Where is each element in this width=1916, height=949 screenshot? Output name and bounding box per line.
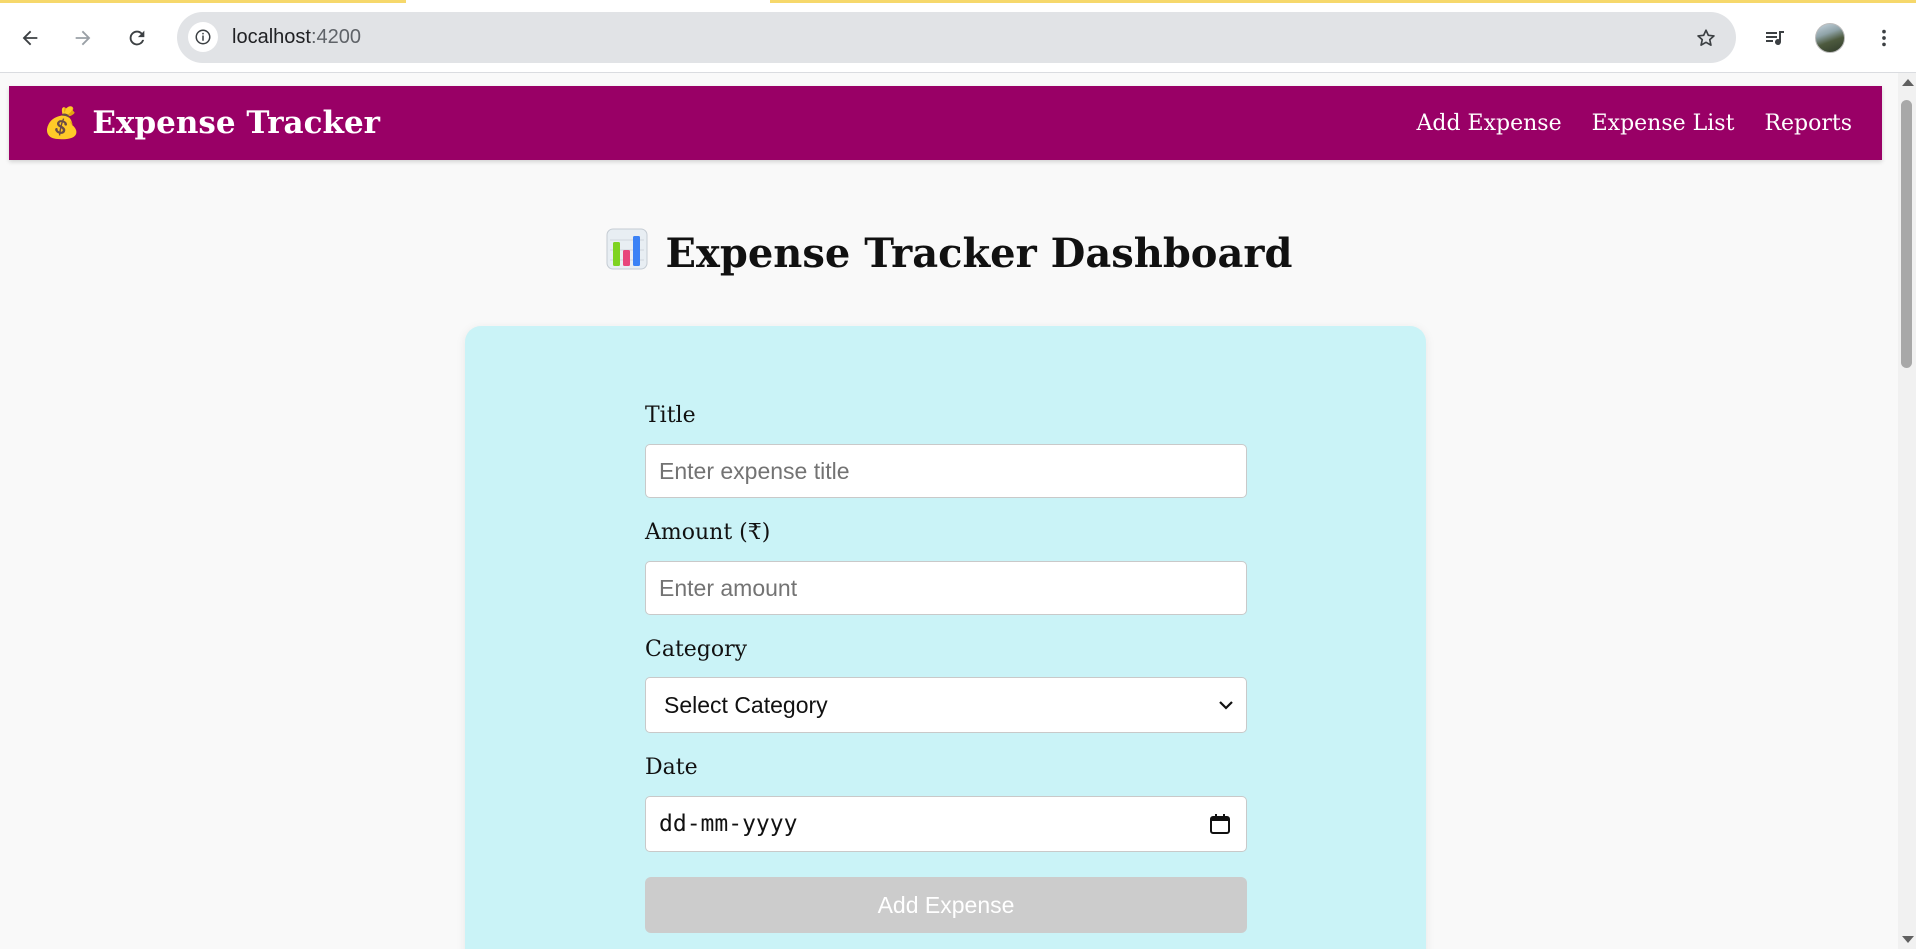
media-control-button[interactable] [1758, 21, 1792, 55]
title-input[interactable]: Enter expense title [645, 444, 1247, 498]
calendar-icon[interactable] [1208, 812, 1232, 836]
scrollbar-thumb[interactable] [1901, 100, 1912, 368]
reload-button[interactable] [120, 21, 154, 55]
scroll-up-arrow-icon[interactable] [1902, 79, 1914, 86]
date-input[interactable]: dd-mm-yyyy [645, 796, 1247, 852]
bookmark-button[interactable] [1691, 23, 1721, 53]
date-label: Date [645, 755, 698, 780]
expense-form-card [465, 326, 1426, 949]
arrow-left-icon [22, 30, 38, 46]
category-select[interactable]: Select Category [645, 677, 1247, 733]
three-dot-menu-icon [1882, 29, 1886, 47]
chevron-down-icon [1219, 701, 1233, 710]
tab-accent [0, 0, 406, 3]
app-navbar: 💰 Expense Tracker Add Expense Expense Li… [9, 86, 1882, 160]
brand-title: Expense Tracker [92, 105, 381, 141]
info-icon [195, 29, 211, 45]
back-button[interactable] [13, 21, 47, 55]
url-port: :4200 [310, 26, 361, 48]
tab-accent [770, 0, 1916, 3]
amount-placeholder: Enter amount [659, 575, 798, 601]
nav-link-expense-list[interactable]: Expense List [1592, 111, 1735, 136]
url-text[interactable]: localhost:4200 [232, 12, 361, 63]
media-control-icon [1766, 31, 1784, 46]
reload-icon [129, 30, 145, 46]
star-icon [1697, 29, 1715, 46]
title-placeholder: Enter expense title [659, 458, 850, 484]
profile-button[interactable] [1813, 21, 1847, 55]
page-viewport: 💰 Expense Tracker Add Expense Expense Li… [0, 73, 1898, 949]
arrow-right-icon [75, 30, 91, 46]
page-scrollbar[interactable] [1898, 73, 1916, 949]
money-bag-icon: 💰 [43, 105, 81, 141]
nav-link-reports[interactable]: Reports [1764, 111, 1852, 136]
nav-links: Add Expense Expense List Reports [1387, 86, 1853, 160]
browser-menu-button[interactable] [1867, 21, 1901, 55]
add-expense-button[interactable]: Add Expense [645, 877, 1247, 933]
brand[interactable]: 💰 Expense Tracker [43, 86, 380, 160]
url-host: localhost [232, 26, 311, 48]
page-title: Expense Tracker Dashboard [0, 228, 1898, 277]
amount-label: Amount (₹) [645, 520, 771, 545]
address-bar[interactable]: localhost:4200 [177, 12, 1736, 63]
category-label: Category [645, 637, 748, 662]
title-label: Title [645, 403, 696, 428]
forward-button[interactable] [66, 21, 100, 55]
nav-link-add-expense[interactable]: Add Expense [1417, 111, 1562, 136]
avatar [1815, 23, 1845, 53]
amount-input[interactable]: Enter amount [645, 561, 1247, 615]
page-title-text: Expense Tracker Dashboard [665, 230, 1293, 277]
scroll-down-arrow-icon[interactable] [1902, 936, 1914, 943]
category-selected-value: Select Category [664, 692, 828, 718]
browser-toolbar: localhost:4200 [0, 0, 1916, 73]
site-info-button[interactable] [188, 22, 218, 52]
date-placeholder: dd-mm-yyyy [659, 811, 798, 837]
bar-chart-icon [606, 228, 648, 270]
